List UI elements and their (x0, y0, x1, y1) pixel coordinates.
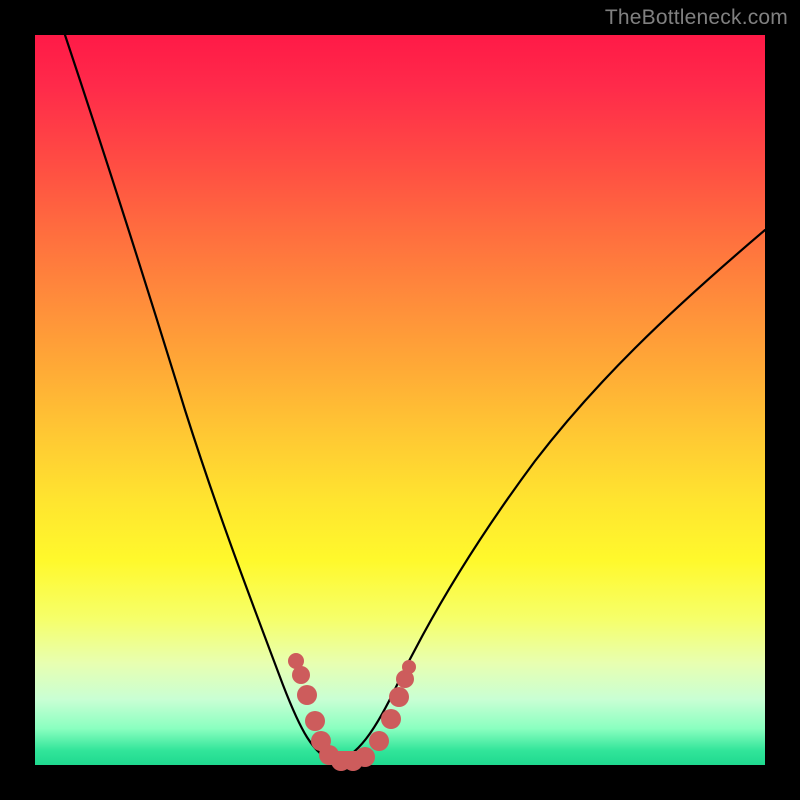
marker-dot (369, 731, 389, 751)
chart-frame: TheBottleneck.com (0, 0, 800, 800)
marker-dot (292, 666, 310, 684)
marker-dot (389, 687, 409, 707)
curve-marker-cluster (288, 653, 416, 771)
bottleneck-curve (65, 35, 765, 762)
marker-bottom-fill (327, 751, 369, 765)
marker-dot (402, 660, 416, 674)
watermark-text: TheBottleneck.com (605, 6, 788, 30)
chart-overlay (35, 35, 765, 765)
marker-dot (381, 709, 401, 729)
marker-dot (297, 685, 317, 705)
marker-dot (305, 711, 325, 731)
